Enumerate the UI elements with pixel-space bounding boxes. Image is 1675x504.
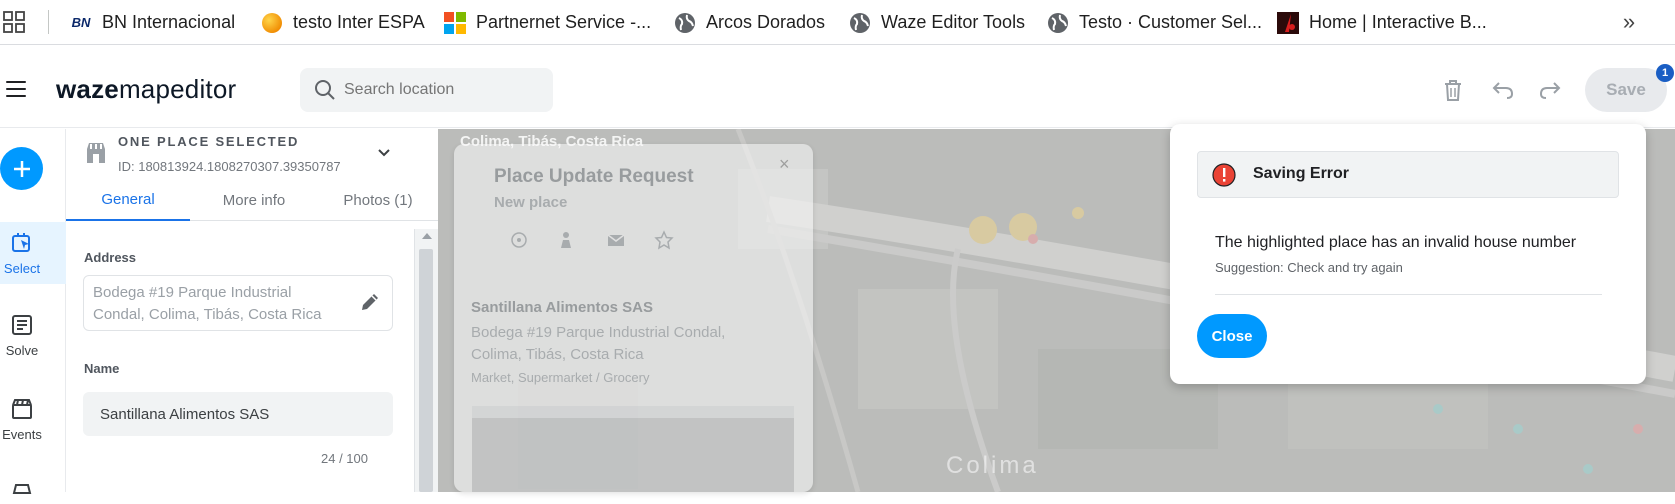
tab-more-info[interactable]: More info	[190, 179, 318, 221]
save-button[interactable]: Save	[1585, 68, 1667, 112]
interactive-brokers-icon	[1277, 11, 1299, 34]
search-box[interactable]	[300, 68, 553, 112]
pur-category: Market, Supermarket / Grocery	[471, 370, 650, 385]
tool-solve-label: Solve	[5, 342, 39, 358]
bookmark-label: Partnernet Service -...	[476, 12, 652, 32]
address-label: Address	[84, 250, 137, 265]
tool-events-label: Events	[2, 426, 42, 442]
star-icon[interactable]	[654, 230, 674, 250]
tab-photos[interactable]: Photos (1)	[318, 179, 438, 221]
microsoft-logo-icon	[444, 11, 466, 34]
tool-select-label: Select	[3, 260, 41, 276]
dialog-divider	[1215, 294, 1602, 295]
car-icon	[12, 484, 32, 494]
bookmark-arcos-dorados[interactable]: Arcos Dorados	[674, 0, 825, 45]
pur-photo[interactable]	[472, 406, 794, 492]
bookmark-label: Home | Interactive B...	[1309, 12, 1487, 32]
saving-error-header: Saving Error	[1197, 151, 1619, 198]
pending-changes-badge: 1	[1656, 64, 1674, 82]
bookmarks-bar: BN BN Internacional testo Inter ESPA Par…	[0, 0, 1675, 45]
pur-business-name: Santillana Alimentos SAS	[471, 299, 653, 316]
bookmark-testo-inter-espa[interactable]: testo Inter ESPA	[261, 0, 425, 45]
saving-error-title: Saving Error	[1253, 165, 1350, 182]
undo-icon[interactable]	[1490, 77, 1516, 103]
app-header: wazemapeditor Save 1	[0, 52, 1675, 128]
solve-tool-icon	[12, 314, 32, 335]
scroll-up-arrow-icon[interactable]	[422, 233, 432, 239]
place-update-request-card: × Place Update Request New place Santill…	[454, 144, 813, 492]
bookmark-label: testo Inter ESPA	[293, 12, 425, 32]
map-city-label: Colima	[946, 452, 1039, 479]
waze-map-editor-logo: wazemapeditor	[56, 74, 237, 104]
menu-icon[interactable]	[6, 81, 26, 97]
bookmark-label: BN Internacional	[102, 12, 236, 32]
tool-events[interactable]: Events	[0, 388, 66, 450]
search-icon	[315, 80, 335, 100]
select-tool-icon	[12, 232, 30, 252]
bookmark-partnernet-service[interactable]: Partnernet Service -...	[444, 0, 651, 45]
globe-icon	[1047, 12, 1069, 34]
globe-icon	[849, 12, 871, 34]
tool-select[interactable]: Select	[0, 222, 66, 284]
panel-tabs: General More info Photos (1)	[66, 179, 438, 221]
pencil-icon[interactable]	[358, 290, 382, 314]
place-id: ID: 180813924.1808270307.39350787	[118, 159, 341, 174]
globe-icon	[674, 12, 696, 34]
error-icon	[1212, 163, 1236, 187]
bookmark-testo-customer[interactable]: Testo · Customer Sel...	[1047, 0, 1262, 45]
address-field[interactable]: Bodega #19 Parque Industrial Condal, Col…	[83, 275, 393, 331]
orange-circle-icon	[261, 12, 283, 34]
pur-address: Bodega #19 Parque Industrial Condal, Col…	[471, 324, 726, 363]
close-icon[interactable]: ×	[779, 154, 790, 175]
events-tool-icon	[12, 398, 32, 419]
saving-error-message: The highlighted place has an invalid hou…	[1215, 234, 1577, 251]
search-input[interactable]	[344, 81, 544, 99]
tool-drives[interactable]	[0, 474, 66, 504]
bn-logo-icon: BN	[71, 15, 91, 30]
pur-icon-row	[509, 230, 729, 254]
name-char-count: 24 / 100	[321, 451, 368, 466]
tool-solve[interactable]: Solve	[0, 304, 66, 366]
bookmark-interactive-brokers[interactable]: Home | Interactive B...	[1277, 0, 1487, 45]
saving-error-dialog: Saving Error The highlighted place has a…	[1170, 124, 1646, 384]
saving-error-suggestion: Suggestion: Check and try again	[1215, 260, 1403, 275]
name-input[interactable]: Santillana Alimentos SAS	[83, 392, 393, 436]
bookmarks-overflow-icon[interactable]: »	[1618, 11, 1640, 33]
bookmark-label: Waze Editor Tools	[881, 12, 1026, 32]
redo-icon[interactable]	[1537, 77, 1563, 103]
tab-general[interactable]: General	[66, 179, 190, 221]
selection-title: ONE PLACE SELECTED	[118, 134, 300, 149]
add-button[interactable]	[0, 147, 43, 190]
bookmark-bn-internacional[interactable]: BN BN Internacional	[70, 0, 235, 45]
bookmark-label: Testo · Customer Sel...	[1079, 12, 1263, 32]
left-toolbar: Select Solve Events	[0, 129, 66, 494]
mail-icon[interactable]	[606, 230, 626, 250]
target-icon[interactable]	[509, 230, 529, 250]
trash-icon[interactable]	[1440, 77, 1466, 103]
pur-subtitle: New place	[494, 194, 568, 211]
store-icon	[87, 143, 105, 163]
panel-scrollbar[interactable]	[414, 229, 438, 492]
bookmark-waze-editor-tools[interactable]: Waze Editor Tools	[849, 0, 1025, 45]
plus-icon	[13, 160, 30, 177]
bookmark-label: Arcos Dorados	[706, 12, 826, 32]
address-line-2: Condal, Colima, Tibás, Costa Rica	[93, 306, 322, 323]
address-line-1: Bodega #19 Parque Industrial	[93, 284, 292, 301]
apps-grid-icon[interactable]	[3, 11, 25, 33]
person-icon[interactable]	[556, 230, 576, 250]
name-label: Name	[84, 361, 120, 376]
close-button[interactable]: Close	[1197, 314, 1267, 358]
pur-title: Place Update Request	[494, 166, 694, 187]
place-side-panel: ONE PLACE SELECTED ID: 180813924.1808270…	[66, 129, 438, 492]
scrollbar-thumb[interactable]	[419, 249, 433, 492]
bookmarks-divider	[48, 10, 49, 34]
chevron-down-icon[interactable]	[376, 145, 392, 161]
